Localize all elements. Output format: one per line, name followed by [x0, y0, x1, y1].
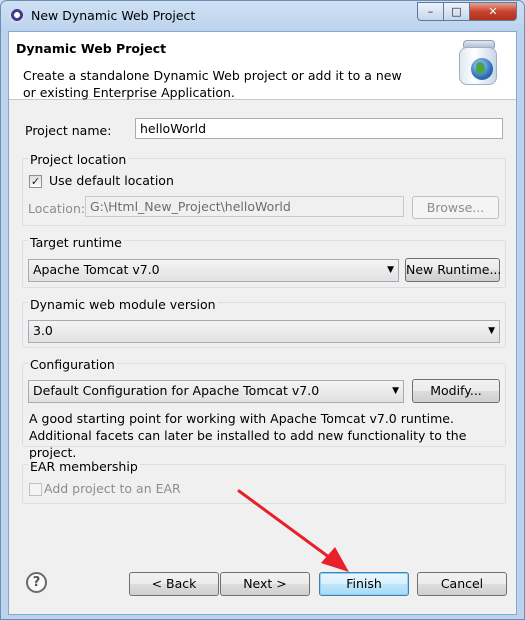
configuration-select[interactable]: Default Configuration for Apache Tomcat … — [28, 380, 404, 403]
use-default-location-checkbox[interactable]: ✓ — [29, 175, 42, 188]
add-to-ear-label: Add project to an EAR — [44, 481, 181, 496]
window-title: New Dynamic Web Project — [31, 8, 196, 23]
minimize-button[interactable]: – — [417, 2, 444, 21]
browse-button: Browse... — [412, 196, 499, 219]
new-runtime-button[interactable]: New Runtime... — [405, 258, 501, 282]
dropdown-arrow-icon: ▼ — [392, 386, 399, 396]
ear-membership-group-label: EAR membership — [28, 459, 140, 474]
location-label: Location: — [28, 201, 86, 216]
close-button[interactable]: ✕ — [469, 2, 517, 21]
module-version-value: 3.0 — [33, 323, 53, 338]
configuration-group-label: Configuration — [28, 357, 117, 372]
dropdown-arrow-icon: ▼ — [488, 326, 495, 336]
dialog-window: New Dynamic Web Project – □ ✕ Dynamic We… — [0, 0, 525, 620]
dropdown-arrow-icon: ▼ — [387, 265, 394, 275]
title-bar[interactable]: New Dynamic Web Project – □ ✕ — [1, 1, 524, 31]
web-project-jar-icon — [457, 40, 499, 86]
modify-button[interactable]: Modify... — [412, 379, 500, 403]
next-button[interactable]: Next > — [220, 572, 310, 596]
banner-title: Dynamic Web Project — [16, 41, 167, 56]
help-icon[interactable]: ? — [26, 572, 47, 593]
location-input: G:\Html_New_Project\helloWorld — [85, 196, 404, 217]
project-location-group-label: Project location — [28, 152, 129, 167]
use-default-location-label: Use default location — [49, 173, 174, 188]
project-name-input[interactable]: helloWorld — [135, 118, 503, 139]
eclipse-app-icon — [9, 7, 25, 23]
target-runtime-group-label: Target runtime — [28, 235, 124, 250]
checkmark-icon: ✓ — [30, 175, 41, 188]
banner-description: Create a standalone Dynamic Web project … — [23, 68, 402, 100]
target-runtime-select[interactable]: Apache Tomcat v7.0 ▼ — [28, 259, 399, 282]
target-runtime-value: Apache Tomcat v7.0 — [33, 262, 160, 277]
finish-button[interactable]: Finish — [319, 572, 409, 596]
dialog-client-area: Dynamic Web Project Create a standalone … — [8, 31, 517, 615]
configuration-value: Default Configuration for Apache Tomcat … — [33, 383, 320, 398]
cancel-button[interactable]: Cancel — [417, 572, 507, 596]
configuration-description: A good starting point for working with A… — [29, 411, 467, 460]
back-button[interactable]: < Back — [129, 572, 219, 596]
project-name-label: Project name: — [25, 123, 112, 138]
add-to-ear-checkbox — [29, 483, 42, 496]
wizard-banner: Dynamic Web Project Create a standalone … — [9, 32, 516, 100]
module-version-select[interactable]: 3.0 ▼ — [28, 320, 500, 343]
maximize-button[interactable]: □ — [443, 2, 470, 21]
module-version-group-label: Dynamic web module version — [28, 297, 218, 312]
